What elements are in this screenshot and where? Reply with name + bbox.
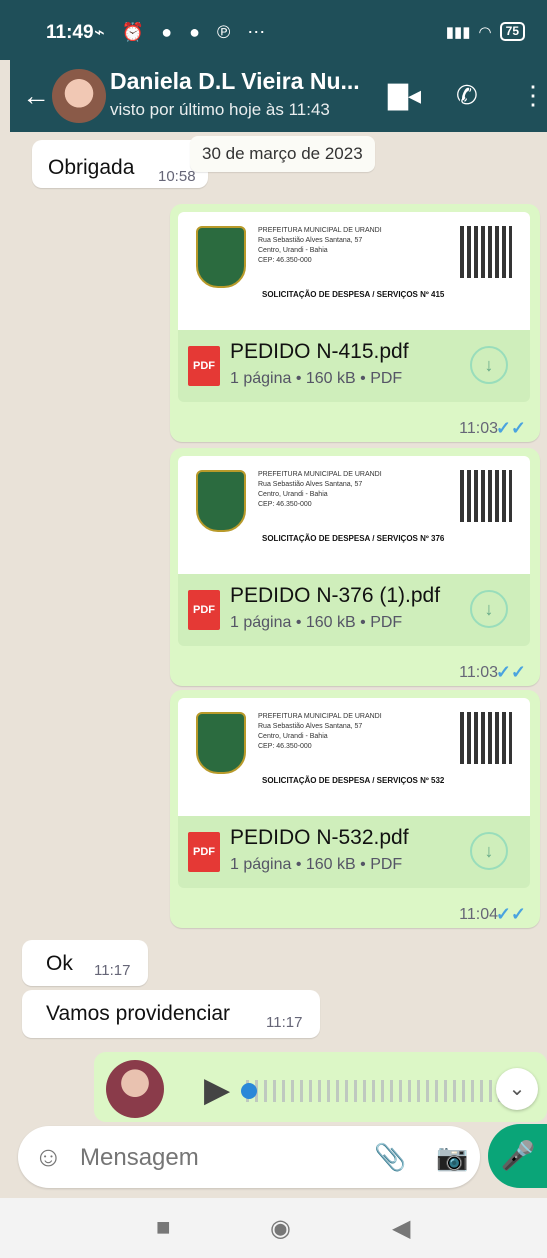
back-arrow-icon[interactable]: ← — [22, 80, 50, 112]
document-preview[interactable]: PREFEITURA MUNICIPAL DE URANDI Rua Sebas… — [178, 212, 530, 330]
download-icon[interactable]: ↓ — [470, 346, 508, 384]
qr-code-image — [460, 470, 512, 522]
notification-icons: ⌁ ⏰ ● ● ℗ ⋯ — [94, 22, 272, 42]
pdf-icon: PDF — [188, 832, 220, 872]
file-row[interactable]: PDF PEDIDO N-532.pdf 1 página • 160 kB •… — [178, 816, 530, 888]
battery-icon: 75 — [499, 22, 525, 41]
nav-back-icon[interactable]: ◀ — [392, 1214, 410, 1243]
document-message[interactable]: PREFEITURA MUNICIPAL DE URANDI Rua Sebas… — [170, 690, 540, 928]
recent-apps-icon[interactable]: ■ — [156, 1214, 171, 1242]
message-bubble[interactable]: Ok 11:17 — [22, 940, 148, 986]
message-time: 11:17 — [94, 962, 131, 979]
microphone-icon[interactable]: 🎤 — [488, 1124, 547, 1188]
camera-icon[interactable]: 📷 — [436, 1142, 468, 1173]
preview-title: SOLICITAÇÃO DE DESPESA / SERVIÇOS Nº 532 — [262, 776, 445, 785]
last-seen: visto por último hoje às 11:43 — [110, 100, 330, 119]
file-meta: 1 página • 160 kB • PDF — [230, 370, 403, 387]
message-time: 11:17 — [266, 1014, 303, 1031]
attach-icon[interactable]: 📎 — [374, 1142, 406, 1173]
pdf-icon: PDF — [188, 590, 220, 630]
more-options-icon[interactable]: ⋮ — [520, 80, 546, 111]
date-chip: 30 de março de 2023 — [190, 136, 375, 172]
read-ticks-icon: ✓✓ — [495, 662, 526, 682]
emoji-icon[interactable]: ☺ — [34, 1141, 63, 1173]
file-row[interactable]: PDF PEDIDO N-376 (1).pdf 1 página • 160 … — [178, 574, 530, 646]
download-icon[interactable]: ↓ — [470, 590, 508, 628]
message-bubble[interactable]: Obrigada 10:58 — [32, 140, 208, 188]
file-name: PEDIDO N-415.pdf — [230, 340, 409, 363]
document-preview[interactable]: PREFEITURA MUNICIPAL DE URANDI Rua Sebas… — [178, 456, 530, 574]
contact-avatar[interactable] — [52, 69, 106, 123]
play-icon[interactable]: ▶ — [204, 1070, 230, 1110]
file-meta: 1 página • 160 kB • PDF — [230, 856, 403, 873]
pdf-icon: PDF — [188, 346, 220, 386]
read-ticks-icon: ✓✓ — [495, 904, 526, 924]
crest-image — [196, 712, 246, 774]
message-text: Ok — [46, 952, 73, 975]
home-icon[interactable]: ◉ — [270, 1214, 291, 1243]
composer-bar: ☺ 📎 📷 — [18, 1126, 480, 1188]
message-bubble[interactable]: Vamos providenciar 11:17 — [22, 990, 320, 1038]
crest-image — [196, 226, 246, 288]
message-list[interactable]: Obrigada 10:58 30 de março de 2023 PREFE… — [10, 132, 547, 1122]
preview-title: SOLICITAÇÃO DE DESPESA / SERVIÇOS Nº 415 — [262, 290, 445, 299]
message-time: 11:04 — [459, 906, 498, 923]
file-row[interactable]: PDF PEDIDO N-415.pdf 1 página • 160 kB •… — [178, 330, 530, 402]
chat-header: ← Daniela D.L Vieira Nu... visto por últ… — [10, 60, 547, 132]
waveform[interactable] — [246, 1080, 506, 1102]
video-call-icon[interactable]: ▇◂ — [388, 80, 421, 111]
voice-message[interactable]: ▶ — [94, 1052, 547, 1122]
message-input[interactable] — [78, 1140, 362, 1176]
voice-call-icon[interactable]: ✆ — [456, 80, 478, 111]
document-message[interactable]: PREFEITURA MUNICIPAL DE URANDI Rua Sebas… — [170, 448, 540, 686]
crest-image — [196, 470, 246, 532]
file-meta: 1 página • 160 kB • PDF — [230, 614, 403, 631]
status-time: 11:49 — [46, 22, 94, 43]
message-text: Vamos providenciar — [46, 1002, 231, 1025]
document-message[interactable]: PREFEITURA MUNICIPAL DE URANDI Rua Sebas… — [170, 204, 540, 442]
wifi-icon: ◠ — [478, 23, 492, 41]
audio-scrubber[interactable] — [241, 1083, 257, 1099]
preview-header: PREFEITURA MUNICIPAL DE URANDI Rua Sebas… — [258, 227, 382, 264]
message-time: 10:58 — [158, 168, 196, 185]
file-name: PEDIDO N-532.pdf — [230, 826, 409, 849]
preview-title: SOLICITAÇÃO DE DESPESA / SERVIÇOS Nº 376 — [262, 534, 445, 543]
sender-avatar — [106, 1060, 164, 1118]
contact-name[interactable]: Daniela D.L Vieira Nu... — [110, 68, 360, 95]
message-time: 11:03 — [459, 664, 498, 681]
message-time: 11:03 — [459, 420, 498, 437]
status-right: ▮▮▮ ◠ 75 — [446, 22, 525, 41]
qr-code-image — [460, 226, 512, 278]
signal-icon: ▮▮▮ — [445, 23, 471, 41]
preview-header: PREFEITURA MUNICIPAL DE URANDI Rua Sebas… — [258, 713, 382, 750]
read-ticks-icon: ✓✓ — [495, 418, 526, 438]
file-name: PEDIDO N-376 (1).pdf — [230, 584, 441, 607]
download-icon[interactable]: ↓ — [470, 832, 508, 870]
preview-header: PREFEITURA MUNICIPAL DE URANDI Rua Sebas… — [258, 471, 382, 508]
status-bar: 11:49 ⌁ ⏰ ● ● ℗ ⋯ ▮▮▮ ◠ 75 — [0, 0, 547, 60]
document-preview[interactable]: PREFEITURA MUNICIPAL DE URANDI Rua Sebas… — [178, 698, 530, 816]
qr-code-image — [460, 712, 512, 764]
message-text: Obrigada — [48, 156, 135, 179]
system-nav-bar: ■ ◉ ◀ — [0, 1198, 547, 1258]
scroll-down-icon[interactable]: ⌄ — [496, 1068, 538, 1110]
